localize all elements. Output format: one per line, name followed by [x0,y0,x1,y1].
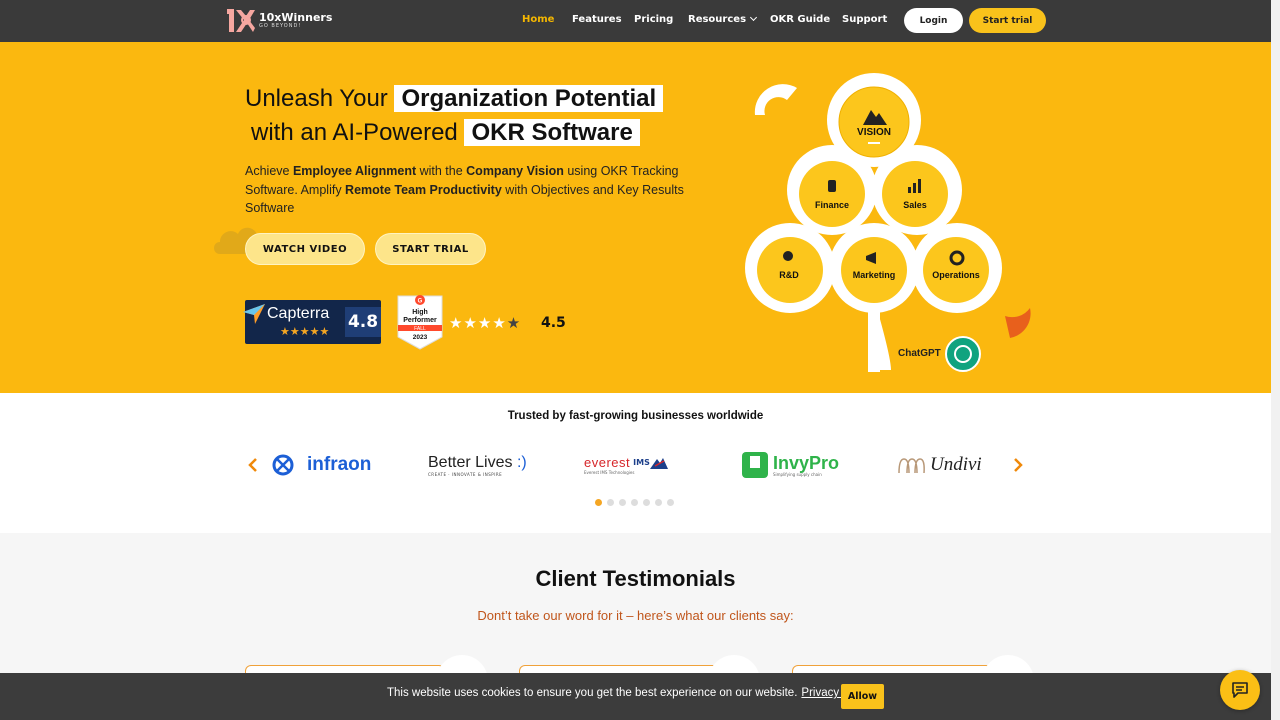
carousel-dot[interactable] [619,499,626,506]
testimonials-subtitle: Dont’t take our word for it – here’s wha… [477,608,794,623]
g2-badge-line1: High [412,309,428,316]
chat-button[interactable] [1220,670,1260,710]
g2-rating-stars: ★★★★★ [449,314,522,332]
logo[interactable]: 10xWinners GO BEYOND! [224,5,332,35]
hero-headline-highlight-1: Organization Potential [394,85,664,112]
brand-logo-invypro: InvyPro Simplifying supply chain [741,449,839,481]
better-lives-name: Better Lives :) [428,453,527,471]
better-lives-text: Better Lives [428,453,513,471]
hero-headline-line2: with an AI-Powered OKR Software [251,119,640,147]
nav-home[interactable]: Home [522,14,554,25]
chevron-down-icon [749,13,758,22]
invypro-tag: Simplifying supply chain [773,471,822,477]
desc-bold: Company Vision [466,164,564,178]
trusted-title: Trusted by fast-growing businesses world… [507,410,764,422]
carousel-dot[interactable] [643,499,650,506]
carousel-dot[interactable] [607,499,614,506]
brand-logo-infraon: infraon [272,449,371,481]
hero-headline-line1: Unleash Your Organization Potential [245,85,664,113]
capterra-score: 4.8 [345,307,381,337]
everest-ims: IMS [633,458,650,467]
marketing-bubble: Marketing [841,237,907,303]
capterra-badge[interactable]: Capterra ★★★★★ 4.8 [243,300,381,344]
nav-support[interactable]: Support [842,14,887,25]
chatgpt-logo-icon [945,336,981,372]
carousel-next-arrow-icon[interactable] [1012,458,1024,472]
infraon-logo-icon [272,454,294,476]
everest-name: everest [584,455,631,470]
cookie-message: This website uses cookies to ensure you … [387,687,798,699]
carousel-dot[interactable] [667,499,674,506]
marketing-label: Marketing [853,270,896,280]
page-scrollbar[interactable] [1271,0,1280,720]
login-button[interactable]: Login [904,8,963,33]
start-trial-button[interactable]: Start trial [969,8,1046,33]
hero-headline-plain-1: Unleash Your [245,85,388,112]
top-nav: 10xWinners GO BEYOND! Home Features Pric… [0,0,1271,42]
chatgpt-label: ChatGPT [898,348,941,359]
brand-logo-better-lives: Better Lives :) CREATE · INNOVATE & INSP… [428,449,527,481]
brand-logo-everest: everest IMS Everest IMS Technologies [584,449,668,481]
desc-bold: Employee Alignment [292,164,417,178]
g2-score: 4.5 [541,315,566,331]
carousel-dot[interactable] [631,499,638,506]
g2-badge-season: FALL [414,326,426,332]
nav-resources[interactable]: Resources [688,13,758,25]
watch-video-button[interactable]: WATCH VIDEO [245,233,365,265]
hero-section: Unleash Your Organization Potential with… [0,42,1271,393]
desc-part: Achieve [245,164,293,178]
better-lives-tag: CREATE · INNOVATE & INSPIRE [428,471,503,477]
finance-label: Finance [815,200,849,210]
everest-row: everest IMS [584,455,668,470]
okr-tree-illustration: VISION Finance Sales R&D Marketing Opera… [745,73,1031,372]
operations-label: Operations [932,270,980,280]
everest-tag: Everest IMS Technologies [584,470,635,475]
sales-bubble: Sales [882,161,948,227]
rd-bubble: R&D [757,237,823,303]
hero-headline-plain-2: with an AI-Powered [251,119,458,146]
vision-label: VISION [857,127,891,138]
nav-pricing[interactable]: Pricing [634,14,673,25]
desc-bold: Remote Team Productivity [345,182,502,197]
svg-text:G: G [418,299,423,305]
g2-badge-year: 2023 [413,334,428,341]
cookie-allow-button[interactable]: Allow [841,684,884,709]
invypro-name: InvyPro [773,452,840,473]
capterra-stars: ★★★★★ [280,325,330,338]
g2-high-performer-badge[interactable]: G High Performer FALL 2023 [395,293,445,351]
carousel-dot[interactable] [595,499,602,506]
rd-label: R&D [779,270,799,280]
vision-bubble: VISION [838,86,910,158]
carousel-dot[interactable] [655,499,662,506]
cookie-text-block: This website uses cookies to ensure you … [387,687,872,699]
invypro-text-block: InvyPro Simplifying supply chain [773,454,839,477]
carousel-dots [595,499,674,506]
hero-description: Achieve Employee Alignment with the Comp… [245,162,690,218]
desc-part: with the [416,164,467,178]
logo-tagline: GO BEYOND! [259,22,302,29]
capterra-logo-icon [243,304,265,324]
logo-mark-icon [227,9,255,32]
hero-headline-highlight-2: OKR Software [464,119,640,146]
g2-badge-line2: Performer [403,317,437,324]
nav-resources-label: Resources [688,14,747,25]
sales-label: Sales [903,200,927,210]
testimonials-title: Client Testimonials [535,566,736,591]
infraon-name: infraon [307,454,372,475]
invypro-logo-icon [742,452,768,478]
capterra-name: Capterra [267,305,330,322]
nav-features[interactable]: Features [572,14,622,25]
hero-start-trial-button[interactable]: START TRIAL [375,233,486,265]
finance-bubble: Finance [799,161,865,227]
brand-logo-undivi: Undivi [897,449,982,481]
undivi-logo-icon [898,458,925,474]
operations-bubble: Operations [923,237,989,303]
carousel-prev-arrow-icon[interactable] [247,458,259,472]
everest-mountain-icon [649,457,668,469]
chat-icon [1232,682,1248,698]
nav-okr-guide[interactable]: OKR Guide [770,14,830,25]
undivi-name: Undivi [930,454,982,475]
logo-name: 10xWinners [259,10,333,24]
cookie-banner: This website uses cookies to ensure you … [0,673,1271,720]
